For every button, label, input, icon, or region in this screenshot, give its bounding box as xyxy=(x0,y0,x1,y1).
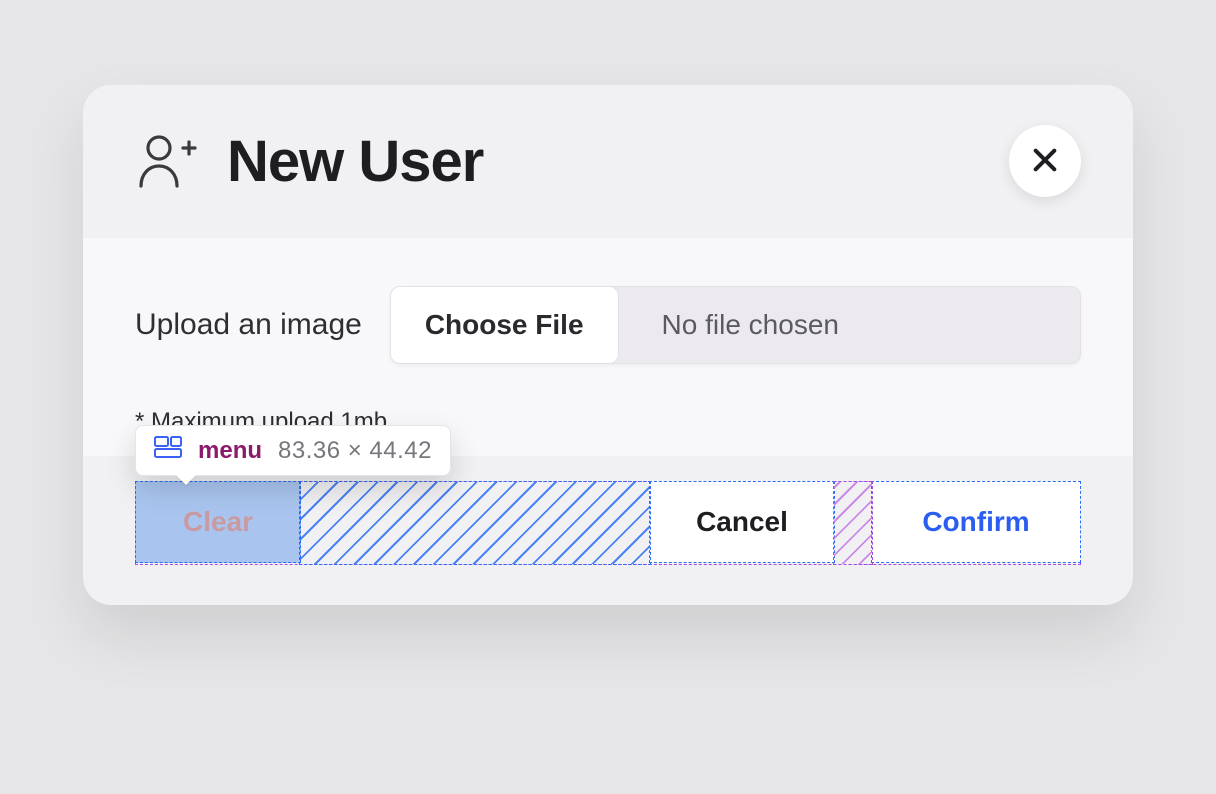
button-bar: Clear Cancel Confirm xyxy=(135,481,1081,565)
devtools-tooltip: menu 83.36 × 44.42 xyxy=(135,425,451,476)
confirm-button-label: Confirm xyxy=(922,506,1029,538)
close-button[interactable] xyxy=(1009,125,1081,197)
upload-row: Upload an image Choose File No file chos… xyxy=(135,286,1081,364)
new-user-modal: New User Upload an image Choose File No … xyxy=(83,85,1133,605)
cancel-button-label: Cancel xyxy=(696,506,788,538)
clear-button[interactable]: Clear xyxy=(135,481,301,563)
modal-header: New User xyxy=(83,85,1133,237)
flex-layout-icon xyxy=(154,436,182,465)
confirm-button[interactable]: Confirm xyxy=(871,481,1081,563)
devtools-dimensions: 83.36 × 44.42 xyxy=(278,437,432,465)
flex-spacer xyxy=(299,481,651,565)
close-icon xyxy=(1031,146,1059,177)
modal-body: Upload an image Choose File No file chos… xyxy=(83,237,1133,457)
modal-title: New User xyxy=(227,128,981,195)
file-picker: Choose File No file chosen xyxy=(390,286,1081,364)
flex-gap xyxy=(833,481,873,565)
cancel-button[interactable]: Cancel xyxy=(649,481,835,563)
file-status: No file chosen xyxy=(618,287,1080,363)
devtools-element-tag: menu xyxy=(198,437,262,465)
user-plus-icon xyxy=(135,134,199,188)
choose-file-button[interactable]: Choose File xyxy=(390,286,619,364)
modal-footer: Clear Cancel Confirm xyxy=(83,457,1133,605)
upload-label: Upload an image xyxy=(135,308,362,342)
clear-button-label: Clear xyxy=(183,506,253,538)
